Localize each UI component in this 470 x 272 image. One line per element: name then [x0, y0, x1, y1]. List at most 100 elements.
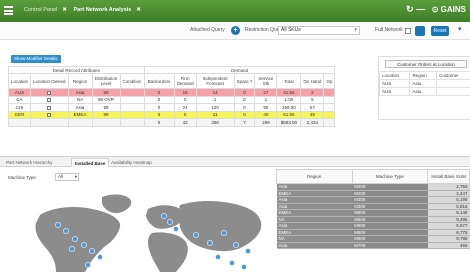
table-row[interactable]: AsiaM700455: [277, 242, 470, 249]
map-dot[interactable]: [245, 248, 250, 253]
tab-control-panel[interactable]: Control Panel: [24, 7, 57, 13]
table-cell: Asia: [68, 104, 92, 112]
table-cell: 99: [92, 111, 120, 119]
bottom-tabbar: Part Network Hierarchy Installed Base Av…: [0, 157, 470, 167]
col-location-owned[interactable]: Location Owned: [31, 74, 69, 89]
map-dot[interactable]: [229, 260, 234, 265]
col-location[interactable]: Location: [380, 72, 410, 80]
table-cell: [324, 119, 335, 127]
restriction-query-value: All SKUs: [281, 27, 301, 33]
bottom-panel: Part Network Hierarchy Installed Base Av…: [0, 156, 470, 271]
col-backorders[interactable]: Backorders: [144, 74, 174, 89]
col-on-hand[interactable]: On Hand: [301, 74, 324, 89]
tab-part-network-analysis[interactable]: Part Network Analysis: [73, 7, 131, 13]
map-dot[interactable]: [161, 213, 166, 218]
map-dot[interactable]: [97, 254, 102, 259]
map-dot[interactable]: [63, 228, 68, 233]
grid-icon[interactable]: [415, 26, 425, 36]
map-dot[interactable]: [241, 264, 246, 269]
world-map[interactable]: [0, 187, 268, 272]
map-dot[interactable]: [167, 219, 172, 224]
full-network-label: Full Network: [375, 27, 403, 33]
col-independent-forecast[interactable]: Independent Forecast: [196, 74, 234, 89]
map-dot[interactable]: [193, 232, 198, 237]
col-region[interactable]: Region: [410, 72, 437, 80]
restriction-query-select[interactable]: All SKUs ▾: [278, 26, 360, 35]
close-icon[interactable]: ✖: [62, 7, 67, 13]
table-row[interactable]: GEREMEA99002104061.5545: [9, 111, 335, 119]
map-dot[interactable]: [55, 222, 60, 227]
menu-icon[interactable]: [4, 6, 13, 15]
col-condition[interactable]: Condition: [120, 74, 144, 89]
table-cell: 0: [234, 89, 255, 97]
map-dot[interactable]: [69, 246, 74, 251]
col-region[interactable]: Region: [277, 170, 353, 184]
location-owned-cell: [31, 96, 69, 104]
table-cell: 0: [144, 111, 174, 119]
location-owned-checkbox[interactable]: [47, 91, 51, 95]
chevron-down-icon[interactable]: ▾: [458, 25, 462, 33]
table-cell: 286: [196, 119, 234, 127]
col-op[interactable]: Op: [324, 74, 335, 89]
col-distribution-level[interactable]: Distribution Level: [92, 74, 120, 89]
map-dot[interactable]: [233, 242, 238, 247]
table-cell: 5: [301, 96, 324, 104]
machine-type-select[interactable]: All ▾: [55, 173, 79, 181]
col-location[interactable]: Location: [9, 74, 31, 89]
col-firm-demand[interactable]: Firm Demand: [174, 74, 196, 89]
table-cell: [324, 96, 335, 104]
customer-orders-button[interactable]: Customer Orders at Location: [385, 60, 467, 68]
map-dot[interactable]: [89, 248, 94, 253]
table-cell: 0: [144, 104, 174, 112]
reset-button[interactable]: Reset: [431, 26, 449, 36]
col-total[interactable]: Total: [277, 74, 301, 89]
detail-record-section: Show Modifier Details Detail Record Attr…: [4, 50, 466, 150]
table-row[interactable]: AUSAsia: [380, 88, 470, 96]
col-spare[interactable]: Spare ?: [234, 74, 255, 89]
table-row[interactable]: CANA99 OVR001011.005: [9, 96, 335, 104]
map-dot[interactable]: [221, 230, 226, 235]
location-owned-checkbox[interactable]: [47, 106, 51, 110]
map-dot[interactable]: [81, 242, 86, 247]
table-cell: [31, 119, 69, 127]
table-cell: 41.55: [277, 89, 301, 97]
table-cell: 1: [196, 96, 234, 104]
tab-availability-heatmap[interactable]: Availability Heatmap: [108, 158, 155, 167]
col-service-stock[interactable]: Service Stk: [255, 74, 277, 89]
col-customer[interactable]: Customer: [437, 72, 470, 80]
table-cell: 24: [174, 104, 196, 112]
map-dot[interactable]: [215, 254, 220, 259]
show-modifier-details-button[interactable]: Show Modifier Details: [11, 55, 61, 63]
add-query-button[interactable]: +: [231, 26, 240, 35]
tab-installed-base[interactable]: Installed Base: [71, 158, 109, 167]
table-row[interactable]: 0422867299$583.002,434: [9, 119, 335, 127]
table-cell: 2: [301, 89, 324, 97]
map-dot[interactable]: [207, 240, 212, 245]
col-machine-type[interactable]: Machine Type: [352, 170, 428, 184]
table-row[interactable]: AUSAsia: [380, 80, 470, 88]
location-owned-checkbox[interactable]: [47, 113, 51, 117]
col-install-base-sum[interactable]: Install Base SUM: [428, 170, 470, 184]
map-dot[interactable]: [173, 226, 178, 231]
map-dot[interactable]: [85, 262, 90, 267]
table-row[interactable]: AUSAsia990181402741.552: [9, 89, 335, 97]
table-cell: Asia: [277, 242, 353, 249]
table-row[interactable]: CHIAsia99024120095259.0057: [9, 104, 335, 112]
app-header: Control Panel✖ Part Network Analysis✖ ↻ …: [0, 0, 470, 22]
rotate-icon[interactable]: ↻: [406, 4, 414, 14]
tab-part-network-hierarchy[interactable]: Part Network Hierarchy: [3, 158, 56, 167]
table-cell: GER: [9, 111, 31, 119]
map-dot[interactable]: [72, 236, 77, 241]
full-network-checkbox[interactable]: [405, 28, 411, 34]
col-region[interactable]: Region: [68, 74, 92, 89]
machine-type-value: All: [58, 174, 63, 179]
table-cell: 21: [196, 111, 234, 119]
group-header-attributes: Detail Record Attributes: [9, 67, 145, 74]
location-owned-checkbox[interactable]: [47, 98, 51, 102]
table-cell: 99: [92, 89, 120, 97]
table-cell: 299: [255, 119, 277, 127]
table-cell: 45: [301, 111, 324, 119]
table-cell: EMEA: [68, 111, 92, 119]
table-cell: [9, 119, 31, 127]
close-icon[interactable]: ✖: [136, 7, 141, 13]
